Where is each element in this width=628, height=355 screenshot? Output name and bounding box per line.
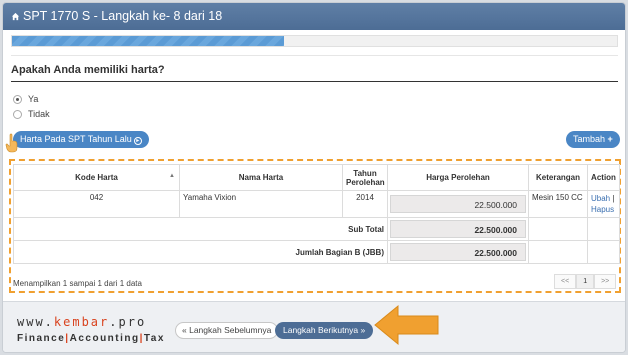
- subtotal-label: Sub Total: [13, 217, 388, 241]
- column-label: Kode Harta: [75, 173, 118, 182]
- add-button[interactable]: Tambah +: [566, 131, 620, 148]
- brand-text: .pro: [109, 315, 147, 329]
- prior-year-assets-button[interactable]: Harta Pada SPT Tahun Lalu ▸: [13, 131, 149, 148]
- option-tidak[interactable]: Tidak: [13, 109, 50, 119]
- subtotal-value: 22.500.000: [390, 220, 526, 238]
- empty-cell: [587, 217, 620, 241]
- brand-text: www.: [17, 315, 54, 329]
- page-title: SPT 1770 S - Langkah ke- 8 dari 18: [23, 9, 223, 23]
- empty-cell: [528, 217, 588, 241]
- total-label: Jumlah Bagian B (JBB): [13, 240, 388, 264]
- pagination-page[interactable]: 1: [576, 274, 595, 289]
- divider: [11, 55, 618, 56]
- next-step-button[interactable]: Langkah Berikutnya »: [275, 322, 374, 339]
- divider: [11, 81, 618, 82]
- cell-harga: 22.500.000: [387, 190, 529, 218]
- total-value: 22.500.000: [390, 243, 526, 261]
- brand-text: Accounting: [69, 333, 140, 344]
- pagination: << 1 >>: [554, 274, 617, 289]
- option-ya[interactable]: Ya: [13, 94, 38, 104]
- delete-link[interactable]: Hapus: [591, 205, 614, 214]
- col-kode-harta[interactable]: Kode Harta ▲: [13, 164, 180, 191]
- col-harga-perolehan: Harga Perolehan: [387, 164, 529, 191]
- pointer-arrow-icon: [374, 304, 439, 346]
- col-tahun-perolehan: Tahun Perolehan: [342, 164, 388, 191]
- edit-link[interactable]: Ubah: [591, 194, 610, 203]
- subtotal-row: Sub Total 22.500.000: [13, 217, 620, 241]
- empty-cell: [587, 240, 620, 264]
- cell-keterangan: Mesin 150 CC: [528, 190, 588, 218]
- value-box: 22.500.000: [390, 195, 526, 213]
- total-cell: 22.500.000: [387, 240, 529, 264]
- col-action: Action: [587, 164, 620, 191]
- total-row: Jumlah Bagian B (JBB) 22.500.000: [13, 240, 620, 264]
- pagination-next[interactable]: >>: [594, 274, 617, 289]
- brand-accent: kembar: [53, 315, 110, 329]
- pointer-hand-icon: [5, 133, 18, 153]
- cell-action: Ubah | Hapus: [587, 190, 620, 218]
- empty-cell: [528, 240, 588, 264]
- cell-nama: Yamaha Vixion: [179, 190, 343, 218]
- window: SPT 1770 S - Langkah ke- 8 dari 18 Apaka…: [2, 2, 626, 353]
- sort-asc-icon[interactable]: ▲: [169, 173, 175, 179]
- question-label: Apakah Anda memiliki harta?: [11, 64, 165, 76]
- col-nama-harta: Nama Harta: [179, 164, 343, 191]
- radio-tidak[interactable]: [13, 109, 22, 119]
- home-icon: [11, 12, 20, 21]
- plus-icon: +: [607, 134, 613, 144]
- radio-ya[interactable]: [13, 94, 22, 104]
- col-keterangan: Keterangan: [528, 164, 588, 191]
- option-label: Tidak: [28, 109, 50, 119]
- progress-fill: [12, 36, 285, 46]
- pagination-prev[interactable]: <<: [554, 274, 577, 289]
- brand-text: Tax: [143, 333, 165, 344]
- table-row: 042 Yamaha Vixion 2014 22.500.000 Mesin …: [13, 190, 620, 218]
- action-separator: |: [612, 194, 615, 203]
- button-label: Harta Pada SPT Tahun Lalu: [20, 134, 132, 144]
- pagination-info: Menampilkan 1 sampai 1 dari 1 data: [13, 279, 142, 288]
- assets-table: Kode Harta ▲ Nama Harta Tahun Perolehan H…: [13, 164, 620, 264]
- table-header-row: Kode Harta ▲ Nama Harta Tahun Perolehan H…: [13, 164, 620, 191]
- brand-tagline: Finance|Accounting|Tax: [17, 333, 165, 344]
- brand-text: Finance: [17, 333, 66, 344]
- cell-kode: 042: [13, 190, 180, 218]
- progress-bar: [11, 35, 618, 47]
- title-bar: SPT 1770 S - Langkah ke- 8 dari 18: [3, 3, 625, 30]
- previous-step-button[interactable]: « Langkah Sebelumnya: [175, 322, 279, 339]
- subtotal-cell: 22.500.000: [387, 217, 529, 241]
- cell-tahun: 2014: [342, 190, 388, 218]
- brand-url: www.kembar.pro: [17, 315, 146, 329]
- option-label: Ya: [28, 94, 39, 104]
- button-label: Tambah: [573, 134, 606, 144]
- circle-arrow-icon: ▸: [133, 137, 142, 145]
